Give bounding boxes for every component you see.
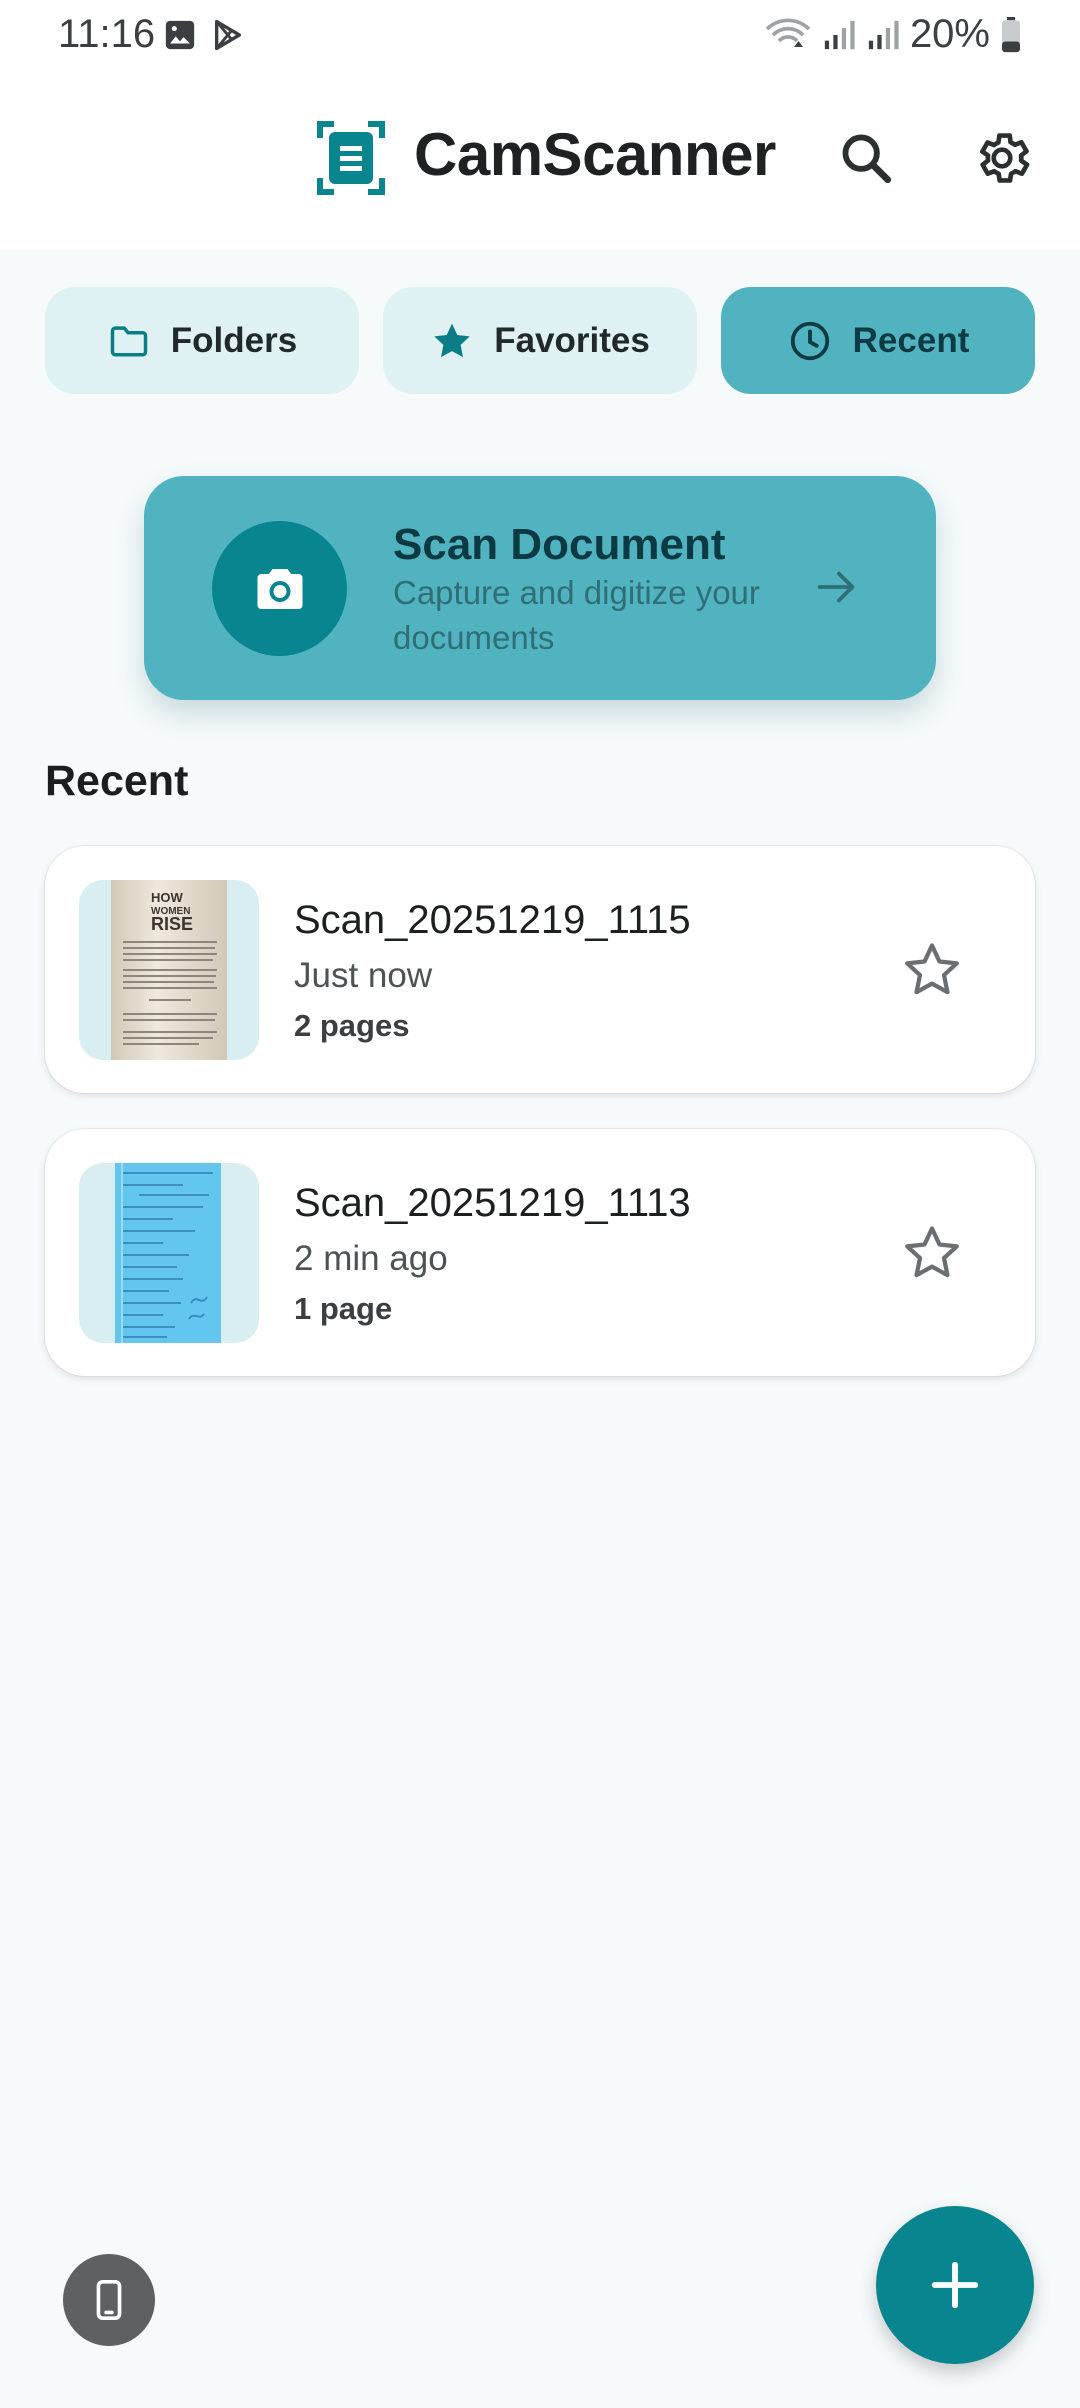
recent-section-title: Recent — [45, 757, 189, 805]
signal-icon — [824, 20, 855, 49]
scan-card-title: Scan Document — [393, 520, 726, 569]
plus-icon — [931, 2261, 979, 2309]
document-name: Scan_20251219_1113 — [294, 1181, 691, 1225]
battery-percentage: 20% — [909, 12, 990, 56]
status-bar: 11:16 20% — [0, 0, 1080, 70]
document-scan-logo-icon — [317, 121, 385, 195]
camera-icon — [257, 568, 302, 609]
settings-button[interactable] — [964, 120, 1040, 196]
arrow-right-icon — [817, 571, 855, 603]
gallery-icon — [165, 20, 195, 50]
scan-document-card[interactable]: Scan Document Capture and digitize your … — [144, 476, 936, 700]
tab-folders[interactable]: Folders — [45, 287, 359, 394]
tab-recent[interactable]: Recent — [721, 287, 1035, 394]
star-icon — [434, 323, 470, 357]
app-title: CamScanner — [414, 121, 776, 188]
document-time: 2 min ago — [294, 1239, 448, 1278]
play-store-icon — [214, 19, 242, 51]
document-page-count: 1 page — [294, 1291, 393, 1326]
search-icon — [842, 134, 892, 184]
camera-button — [212, 521, 347, 656]
document-thumbnail: HOW WOMEN RISE — [79, 880, 259, 1060]
document-name: Scan_20251219_1115 — [294, 898, 691, 942]
svg-text:RISE: RISE — [151, 914, 193, 934]
document-time: Just now — [294, 956, 433, 995]
tab-favorites-label: Favorites — [494, 320, 650, 360]
battery-icon — [1002, 16, 1020, 52]
wifi-icon — [765, 18, 811, 47]
scan-card-subtitle: Capture and digitize your documents — [393, 574, 760, 656]
document-page-count: 2 pages — [294, 1008, 410, 1043]
star-outline-icon[interactable] — [900, 938, 964, 1002]
svg-text:HOW: HOW — [151, 890, 184, 905]
screen: 11:16 20% CamScanner Folders Favorites R… — [0, 0, 1080, 2408]
add-fab-button[interactable] — [876, 2206, 1034, 2364]
filter-tabs: Folders Favorites Recent — [45, 287, 1035, 394]
tab-favorites[interactable]: Favorites — [383, 287, 697, 394]
document-thumbnail — [79, 1163, 259, 1343]
app-bar: CamScanner — [0, 70, 1080, 250]
star-outline-icon[interactable] — [900, 1221, 964, 1285]
recent-document-card[interactable]: HOW WOMEN RISE Scan_20251219_1115 Just n… — [45, 846, 1035, 1093]
phone-icon — [96, 2279, 122, 2321]
gear-icon — [980, 133, 1030, 183]
device-button[interactable] — [63, 2254, 155, 2346]
tab-folders-label: Folders — [170, 320, 298, 360]
tab-recent-label: Recent — [852, 320, 970, 360]
clock-icon — [790, 321, 829, 360]
folder-icon — [110, 325, 148, 356]
search-button[interactable] — [828, 120, 904, 196]
recent-document-card[interactable]: Scan_20251219_1113 2 min ago 1 page — [45, 1129, 1035, 1376]
status-time: 11:16 — [58, 12, 156, 56]
signal-icon — [868, 20, 899, 49]
